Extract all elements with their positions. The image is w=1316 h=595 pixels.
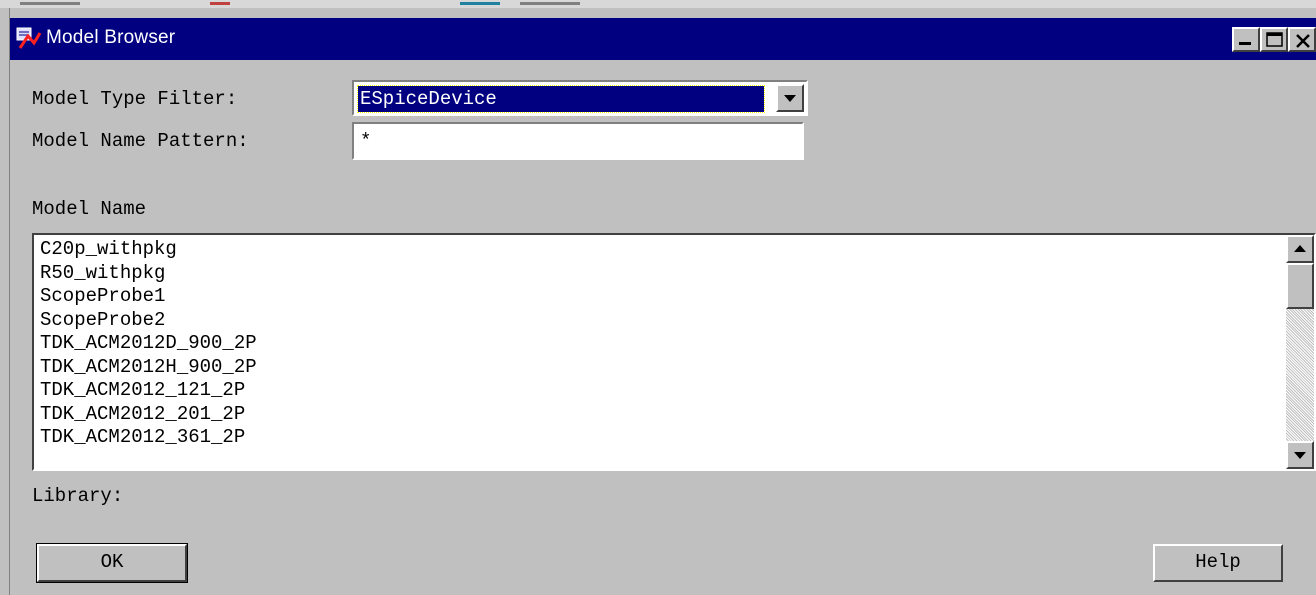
- list-item[interactable]: TDK_ACM2012_201_2P: [40, 403, 257, 427]
- scroll-thumb[interactable]: [1286, 263, 1314, 309]
- left-edge: [0, 8, 10, 595]
- arrow-up-icon: [1294, 245, 1306, 252]
- model-type-filter-label: Model Type Filter:: [32, 88, 238, 110]
- title-bar[interactable]: Model Browser: [10, 18, 1316, 60]
- top-strip: [0, 0, 1316, 8]
- list-item[interactable]: R50_withpkg: [40, 262, 257, 286]
- app-icon: [16, 27, 42, 49]
- list-item[interactable]: TDK_ACM2012_121_2P: [40, 379, 257, 403]
- dropdown-button[interactable]: [776, 84, 804, 112]
- model-type-filter-select[interactable]: ESpiceDevice: [352, 80, 808, 116]
- maximize-button[interactable]: [1260, 27, 1288, 52]
- model-name-pattern-input[interactable]: *: [352, 122, 804, 160]
- close-button[interactable]: [1288, 27, 1316, 52]
- maximize-icon: [1266, 32, 1283, 47]
- help-button[interactable]: Help: [1153, 544, 1283, 582]
- model-name-pattern-label: Model Name Pattern:: [32, 130, 249, 152]
- list-item[interactable]: TDK_ACM2012D_900_2P: [40, 332, 257, 356]
- minimize-icon: [1239, 42, 1251, 45]
- list-scrollbar[interactable]: [1286, 235, 1314, 469]
- model-name-list[interactable]: C20p_withpkg R50_withpkg ScopeProbe1 Sco…: [32, 233, 1316, 471]
- scroll-up-button[interactable]: [1286, 235, 1314, 263]
- model-name-header: Model Name: [32, 198, 147, 220]
- library-label: Library:: [32, 485, 124, 507]
- window-title: Model Browser: [46, 27, 176, 48]
- list-item[interactable]: TDK_ACM2012_361_2P: [40, 426, 257, 450]
- model-type-filter-value: ESpiceDevice: [357, 85, 765, 113]
- ok-button[interactable]: OK: [36, 543, 188, 583]
- list-item[interactable]: C20p_withpkg: [40, 238, 257, 262]
- chevron-down-icon: [784, 95, 796, 102]
- list-item[interactable]: ScopeProbe2: [40, 309, 257, 333]
- list-item[interactable]: ScopeProbe1: [40, 285, 257, 309]
- scroll-down-button[interactable]: [1286, 441, 1314, 469]
- model-browser-window: Model Browser Model Type Filter: ESpiceD…: [10, 8, 1316, 595]
- list-item[interactable]: TDK_ACM2012H_900_2P: [40, 356, 257, 380]
- minimize-button[interactable]: [1232, 27, 1260, 52]
- arrow-down-icon: [1294, 452, 1306, 459]
- close-icon: [1296, 34, 1310, 48]
